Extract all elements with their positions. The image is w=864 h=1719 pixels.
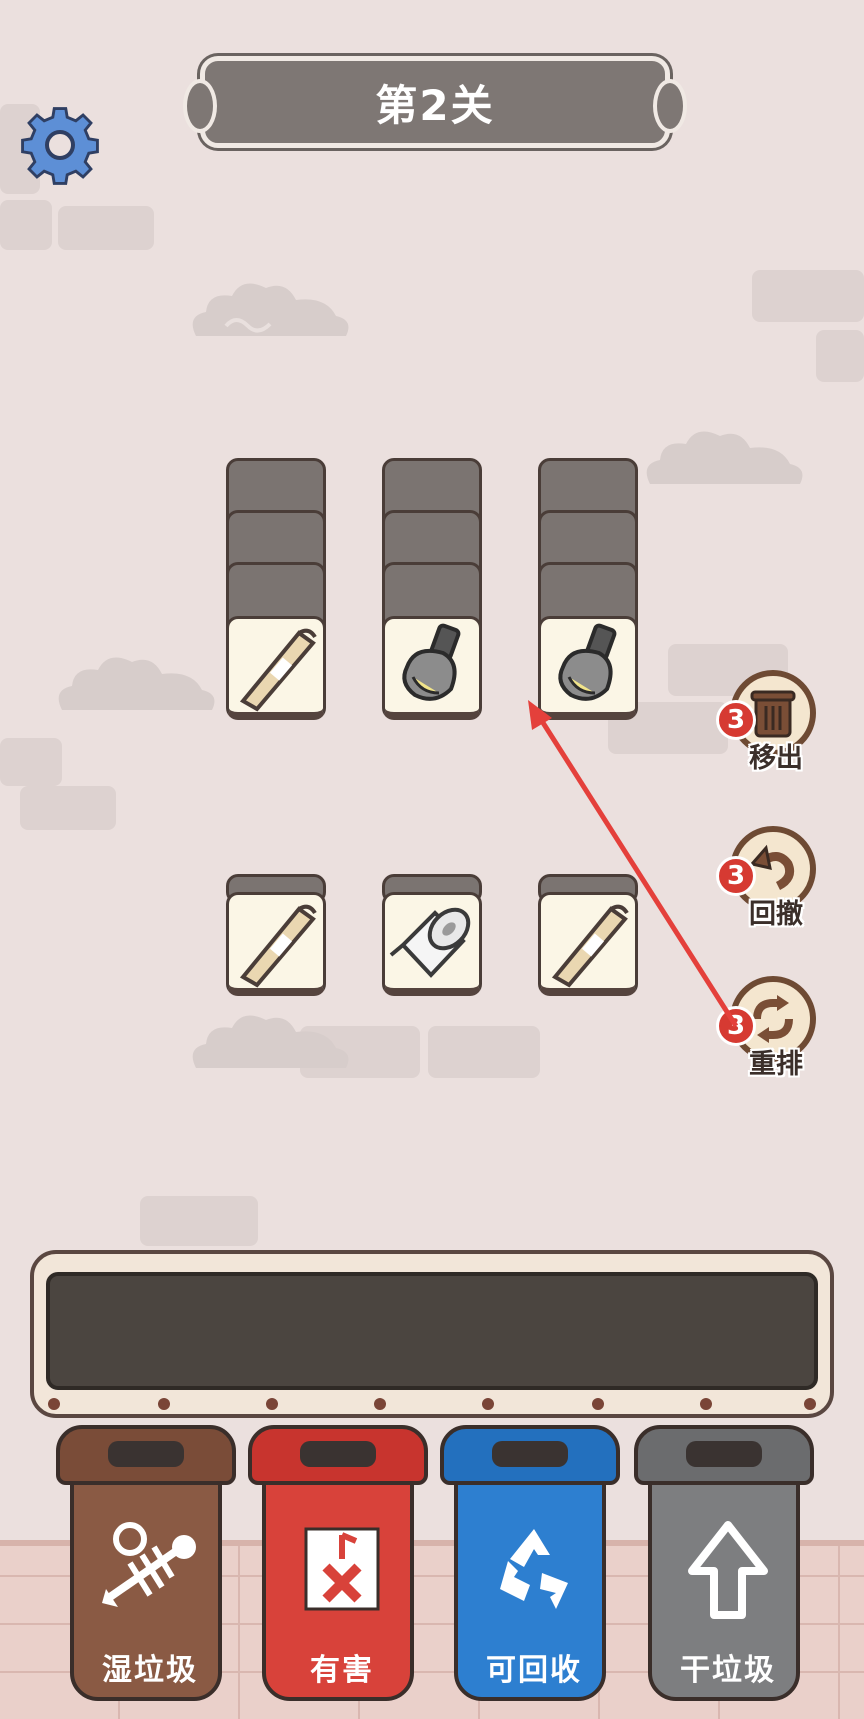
bin-body: 可回收 bbox=[454, 1481, 606, 1701]
item-tile-light-bulb[interactable] bbox=[538, 616, 638, 720]
light-bulb-icon bbox=[558, 623, 617, 701]
bin-lid bbox=[56, 1425, 236, 1485]
remove-tool-button[interactable]: 3 移出 bbox=[716, 670, 816, 780]
rivet bbox=[482, 1398, 494, 1410]
bamboo-stick-icon bbox=[239, 904, 317, 988]
hazardous-waste-bin[interactable]: 有害 bbox=[248, 1425, 428, 1715]
up-arrow-icon bbox=[688, 1521, 768, 1619]
rivet bbox=[266, 1398, 278, 1410]
bin-lid bbox=[634, 1425, 814, 1485]
wall-brick bbox=[0, 200, 52, 250]
cloud-decoration bbox=[192, 283, 349, 336]
undo-tool-label: 回撤 bbox=[749, 899, 803, 930]
rivet bbox=[592, 1398, 604, 1410]
slot-tray bbox=[46, 1272, 818, 1390]
remove-tool-label: 移出 bbox=[749, 743, 803, 774]
remove-count-badge: 3 bbox=[716, 700, 756, 740]
item-tile-bamboo-stick[interactable] bbox=[226, 616, 326, 720]
shuffle-count-badge: 3 bbox=[716, 1006, 756, 1046]
bin-label: 干垃圾 bbox=[680, 1653, 776, 1688]
level-title: 第2关 bbox=[375, 80, 495, 130]
wall-brick bbox=[816, 330, 864, 382]
wet-waste-bin[interactable]: 湿垃圾 bbox=[56, 1425, 236, 1715]
gear-icon bbox=[21, 107, 99, 185]
undo-arrow-icon bbox=[749, 844, 795, 891]
item-tile-toilet-paper-roll[interactable] bbox=[382, 892, 482, 996]
rivet bbox=[700, 1398, 712, 1410]
bin-lid bbox=[440, 1425, 620, 1485]
level-title-banner: 第2关 bbox=[183, 56, 687, 148]
rivet bbox=[804, 1398, 816, 1410]
settings-button[interactable] bbox=[14, 96, 104, 192]
hazard-x-icon bbox=[304, 1527, 380, 1611]
cloud-decoration bbox=[58, 657, 215, 710]
trash-can-icon bbox=[750, 690, 796, 738]
toilet-paper-roll-icon bbox=[389, 907, 471, 978]
bin-label: 湿垃圾 bbox=[102, 1653, 198, 1688]
undo-count-badge: 3 bbox=[716, 856, 756, 896]
rivet bbox=[374, 1398, 386, 1410]
rivet bbox=[158, 1398, 170, 1410]
undo-tool-button[interactable]: 3 回撤 bbox=[716, 826, 816, 936]
cloud-decoration bbox=[646, 431, 803, 484]
bin-body: 有害 bbox=[262, 1481, 414, 1701]
item-tile-bamboo-stick[interactable] bbox=[538, 892, 638, 996]
rivet bbox=[48, 1398, 60, 1410]
dry-waste-bin[interactable]: 干垃圾 bbox=[634, 1425, 814, 1715]
fish-bone-icon bbox=[102, 1522, 196, 1607]
wall-brick bbox=[752, 270, 864, 322]
bin-body: 湿垃圾 bbox=[70, 1481, 222, 1701]
item-tile-light-bulb[interactable] bbox=[382, 616, 482, 720]
cloud-decoration bbox=[192, 1015, 349, 1068]
wall-brick bbox=[58, 206, 154, 250]
bamboo-stick-icon bbox=[551, 904, 629, 988]
collection-slot-bar bbox=[30, 1250, 834, 1418]
bamboo-stick-icon bbox=[239, 628, 317, 712]
shuffle-tool-button[interactable]: 3 重排 bbox=[716, 976, 816, 1086]
shuffle-tool-label: 重排 bbox=[749, 1049, 803, 1080]
bin-label: 有害 bbox=[310, 1653, 374, 1688]
wall-brick bbox=[428, 1026, 540, 1078]
bin-lid bbox=[248, 1425, 428, 1485]
item-tile-bamboo-stick[interactable] bbox=[226, 892, 326, 996]
bin-label: 可回收 bbox=[486, 1653, 582, 1688]
bin-body: 干垃圾 bbox=[648, 1481, 800, 1701]
light-bulb-icon bbox=[402, 623, 461, 701]
wall-brick bbox=[140, 1196, 258, 1246]
recyclable-waste-bin[interactable]: 可回收 bbox=[440, 1425, 620, 1715]
wall-brick bbox=[0, 738, 62, 786]
wall-brick bbox=[20, 786, 116, 830]
recycle-icon bbox=[500, 1529, 568, 1609]
